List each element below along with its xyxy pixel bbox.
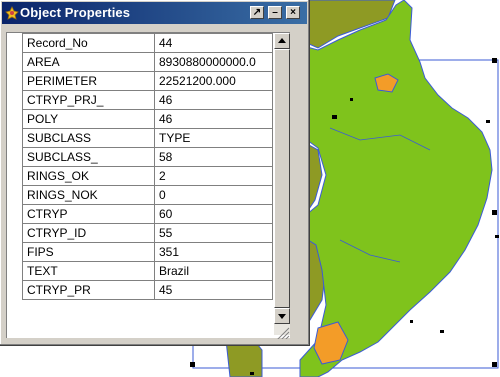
properties-icon [5, 6, 19, 20]
properties-table: Record_No 44 AREA 8930880000000.0 PERIMETE… [22, 33, 273, 300]
property-row[interactable]: RINGS_NOK 0 [22, 185, 273, 205]
property-value[interactable]: 8930880000000.0 [154, 52, 273, 72]
island [410, 320, 413, 323]
scroll-down-button[interactable] [274, 308, 290, 324]
island [350, 98, 353, 101]
property-row[interactable]: SUBCLASS TYPE [22, 128, 273, 148]
property-row[interactable]: CTRYP 60 [22, 204, 273, 224]
property-value[interactable]: 45 [154, 280, 273, 300]
resize-grip-icon[interactable] [274, 325, 290, 339]
selection-handle[interactable] [492, 58, 497, 63]
arrow-up-icon [278, 38, 286, 43]
property-value[interactable]: 46 [154, 109, 273, 129]
object-properties-window: Object Properties ↗ – × Record_No 44 AREA… [0, 0, 310, 346]
property-value[interactable]: 22521200.000 [154, 71, 273, 91]
property-name: CTRYP_PRJ_ [22, 90, 155, 110]
property-name: RINGS_NOK [22, 185, 155, 205]
property-value[interactable]: 44 [154, 33, 273, 53]
property-name: PERIMETER [22, 71, 155, 91]
property-value[interactable]: Brazil [154, 261, 273, 281]
property-row[interactable]: CTRYP_ID 55 [22, 223, 273, 243]
property-name: TEXT [22, 261, 155, 281]
property-name: POLY [22, 109, 155, 129]
property-row[interactable]: Record_No 44 [22, 33, 273, 53]
property-value[interactable]: 60 [154, 204, 273, 224]
minimize-icon[interactable]: – [268, 6, 282, 19]
close-icon[interactable]: × [286, 6, 300, 19]
property-row[interactable]: POLY 46 [22, 109, 273, 129]
island [440, 330, 444, 333]
selection-handle[interactable] [492, 362, 497, 367]
property-name: CTRYP [22, 204, 155, 224]
property-name: CTRYP_ID [22, 223, 155, 243]
scrollbar-thumb[interactable] [274, 49, 290, 308]
island [332, 115, 337, 119]
window-titlebar[interactable]: Object Properties ↗ – × [2, 2, 307, 24]
selection-handle[interactable] [492, 210, 497, 215]
property-row[interactable]: RINGS_OK 2 [22, 166, 273, 186]
property-value[interactable]: 46 [154, 90, 273, 110]
property-name: AREA [22, 52, 155, 72]
property-row[interactable]: PERIMETER 22521200.000 [22, 71, 273, 91]
property-name: SUBCLASS [22, 128, 155, 148]
window-title: Object Properties [20, 5, 131, 20]
property-value[interactable]: 2 [154, 166, 273, 186]
property-value[interactable]: 55 [154, 223, 273, 243]
property-row[interactable]: SUBCLASS_ 58 [22, 147, 273, 167]
property-value[interactable]: 0 [154, 185, 273, 205]
island [486, 120, 490, 123]
property-name: FIPS [22, 242, 155, 262]
pin-icon[interactable]: ↗ [250, 6, 264, 19]
vertical-scrollbar[interactable] [274, 33, 290, 335]
property-row[interactable]: CTRYP_PR 45 [22, 280, 273, 300]
property-name: CTRYP_PR [22, 280, 155, 300]
property-value[interactable]: 58 [154, 147, 273, 167]
property-value[interactable]: TYPE [154, 128, 273, 148]
selection-handle[interactable] [190, 362, 195, 367]
property-row[interactable]: FIPS 351 [22, 242, 273, 262]
property-value[interactable]: 351 [154, 242, 273, 262]
property-row[interactable]: CTRYP_PRJ_ 46 [22, 90, 273, 110]
property-row[interactable]: AREA 8930880000000.0 [22, 52, 273, 72]
property-row[interactable]: TEXT Brazil [22, 261, 273, 281]
island [250, 372, 254, 375]
property-name: SUBCLASS_ [22, 147, 155, 167]
scroll-up-button[interactable] [274, 33, 290, 49]
arrow-down-icon [278, 314, 286, 319]
property-name: Record_No [22, 33, 155, 53]
property-name: RINGS_OK [22, 166, 155, 186]
island [495, 235, 499, 238]
